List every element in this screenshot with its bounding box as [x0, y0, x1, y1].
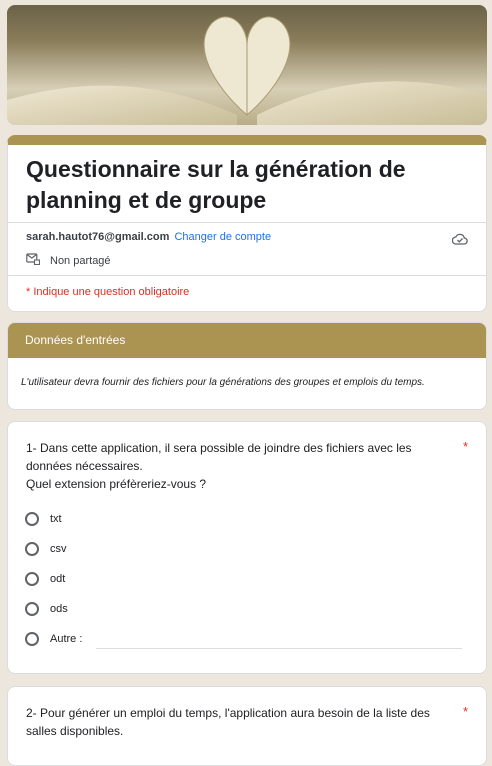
option-label: csv: [50, 543, 67, 555]
cloud-check-icon: [451, 232, 468, 250]
option-odt[interactable]: odt: [25, 572, 65, 586]
header-image: [7, 5, 487, 125]
required-marker: *: [462, 439, 468, 454]
radio-button[interactable]: [25, 542, 39, 556]
divider: [8, 275, 486, 276]
question-card-1: 1- Dans cette application, il sera possi…: [7, 421, 487, 674]
question-line: Quel extension préfèreriez-vous ?: [26, 477, 207, 491]
option-ods[interactable]: ods: [25, 602, 68, 616]
other-text-input[interactable]: [96, 648, 462, 649]
question-text: 1- Dans cette application, il sera possi…: [26, 439, 456, 493]
account-email: sarah.hautot76@gmail.com: [26, 231, 170, 243]
mail-lock-icon: [26, 253, 41, 268]
section-description: L'utilisateur devra fournir des fichiers…: [21, 377, 425, 388]
option-label: odt: [50, 573, 66, 585]
radio-button[interactable]: [25, 632, 39, 646]
divider: [8, 222, 486, 223]
section-card: Données d'entrées L'utilisateur devra fo…: [7, 322, 487, 410]
account-info: sarah.hautot76@gmail.com Changer de comp…: [26, 231, 271, 243]
radio-button[interactable]: [25, 572, 39, 586]
form-title-card: Questionnaire sur la génération de plann…: [7, 135, 487, 312]
option-other[interactable]: Autre :: [25, 632, 82, 646]
radio-button[interactable]: [25, 512, 39, 526]
option-label: Autre :: [50, 633, 83, 645]
option-txt[interactable]: txt: [25, 512, 62, 526]
required-note: * Indique une question obligatoire: [26, 286, 190, 298]
required-marker: *: [462, 704, 468, 719]
question-line: 1- Dans cette application, il sera possi…: [26, 441, 412, 473]
option-label: txt: [50, 513, 62, 525]
form-title: Questionnaire sur la génération de plann…: [26, 156, 406, 213]
question-card-2: 2- Pour générer un emploi du temps, l'ap…: [7, 686, 487, 766]
sharing-status: Non partagé: [26, 253, 111, 268]
section-title: Données d'entrées: [8, 323, 486, 358]
option-label: ods: [50, 603, 68, 615]
sharing-label: Non partagé: [50, 254, 111, 267]
option-csv[interactable]: csv: [25, 542, 67, 556]
switch-account-link[interactable]: Changer de compte: [174, 231, 271, 243]
radio-button[interactable]: [25, 602, 39, 616]
question-text: 2- Pour générer un emploi du temps, l'ap…: [26, 706, 430, 738]
